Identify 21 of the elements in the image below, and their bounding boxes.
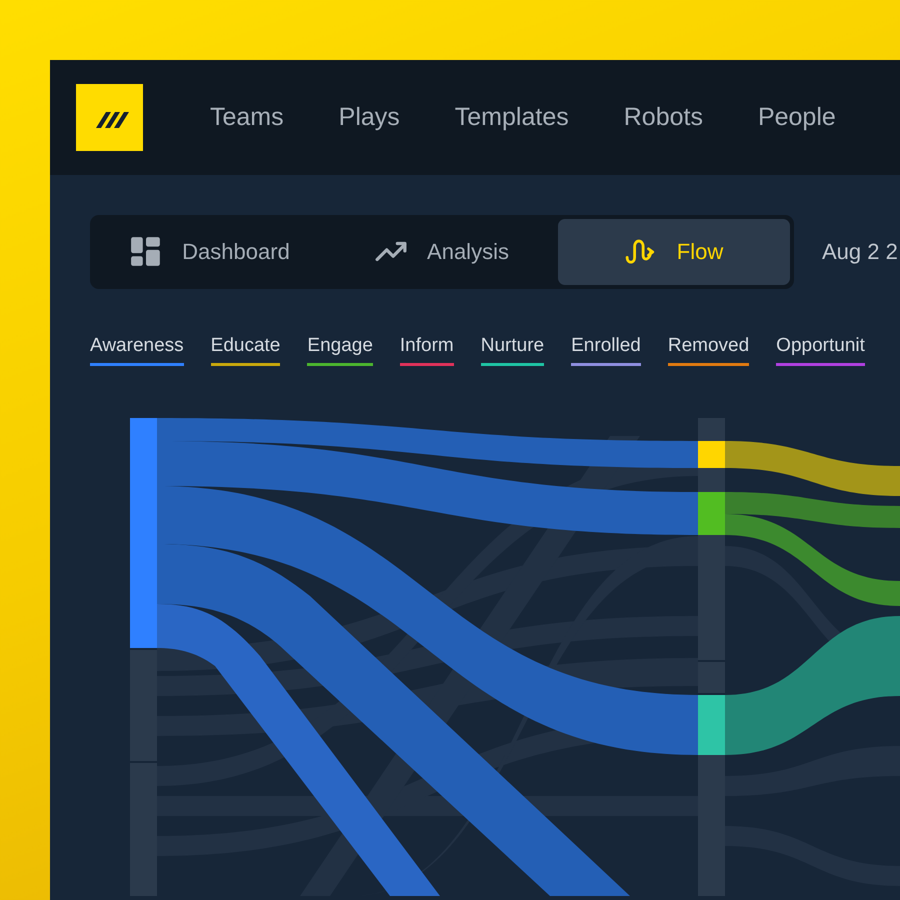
nav-link[interactable]: People xyxy=(758,103,836,132)
legend-item[interactable]: Inform xyxy=(400,335,454,366)
date-range[interactable]: Aug 2 2 xyxy=(822,239,898,265)
legend-item[interactable]: Opportunit xyxy=(776,335,865,366)
legend-item[interactable]: Enrolled xyxy=(571,335,641,366)
node-bar xyxy=(698,441,725,468)
nav-link[interactable]: Templates xyxy=(454,103,569,132)
nav-link[interactable]: Robots xyxy=(624,103,703,132)
grid-icon xyxy=(130,236,162,268)
nav-link[interactable]: Plays xyxy=(338,103,400,132)
node-bar xyxy=(698,418,725,441)
legend-item[interactable]: Engage xyxy=(307,335,373,366)
nav-link[interactable]: Teams xyxy=(210,103,284,132)
legend-item[interactable]: Nurture xyxy=(480,335,544,366)
tab[interactable]: Flow xyxy=(558,219,790,285)
legend-item[interactable]: Removed xyxy=(668,335,750,366)
logo-icon[interactable] xyxy=(76,84,143,151)
tab[interactable]: Analysis xyxy=(326,219,558,285)
legend-item[interactable]: Awareness xyxy=(90,335,184,366)
legend-item[interactable]: Educate xyxy=(210,335,280,366)
tab[interactable]: Dashboard xyxy=(94,219,326,285)
